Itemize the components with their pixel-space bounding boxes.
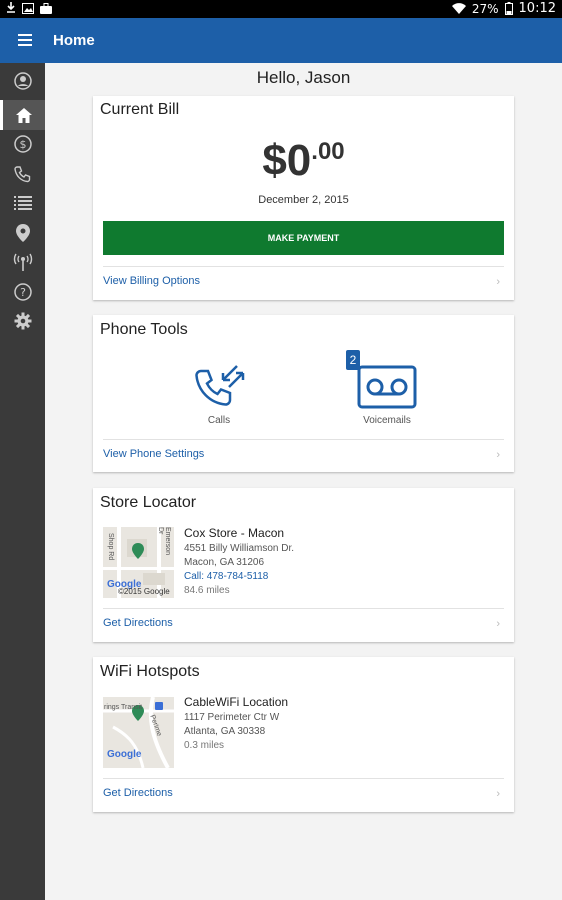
nav-wifi-hotspots[interactable]	[0, 247, 45, 277]
view-phone-settings-label: View Phone Settings	[103, 448, 205, 460]
chevron-right-icon: ›	[496, 449, 500, 461]
hotspot-address-line2: Atlanta, GA 30338	[184, 726, 266, 737]
briefcase-icon	[40, 2, 52, 14]
home-icon	[16, 107, 32, 123]
nav-settings[interactable]	[0, 306, 45, 336]
download-icon	[7, 2, 15, 13]
hotspot-address-line1: 1117 Perimeter Ctr W	[184, 712, 280, 723]
status-bar: 27% 10:12	[0, 0, 562, 18]
app-bar: Home	[0, 18, 562, 63]
get-directions-label: Get Directions	[103, 787, 173, 799]
battery-icon	[504, 2, 513, 15]
store-distance: 84.6 miles	[184, 585, 230, 596]
voicemail-icon	[357, 365, 417, 409]
store-address-line2: Macon, GA 31206	[184, 557, 265, 568]
bill-date: December 2, 2015	[258, 194, 349, 206]
bill-amount-cents: .00	[311, 138, 345, 165]
svg-text:$: $	[19, 138, 26, 151]
hotspot-name: CableWiFi Location	[184, 695, 289, 709]
store-info: Cox Store - Macon 4551 Billy Williamson …	[184, 526, 294, 598]
side-nav: $ ?	[0, 63, 45, 900]
current-bill-title: Current Bill	[100, 101, 180, 118]
calls-label: Calls	[207, 415, 231, 426]
store-locator-card: Store Locator Shop Rd Emerson Dr Google …	[93, 488, 514, 642]
chevron-right-icon: ›	[496, 618, 500, 630]
map-street-label: Emerson Dr	[157, 527, 171, 556]
image-icon	[22, 2, 34, 14]
help-icon: ?	[13, 283, 32, 301]
hotspot-get-directions-link[interactable]: Get Directions ›	[103, 778, 504, 810]
get-directions-label: Get Directions	[103, 617, 173, 629]
svg-text:?: ?	[20, 286, 26, 299]
nav-locations[interactable]	[0, 218, 45, 248]
bill-amount: $0.00	[93, 136, 514, 186]
google-logo: Google	[107, 749, 142, 760]
store-map-thumbnail[interactable]: Shop Rd Emerson Dr Google ©2015 Google	[103, 527, 174, 598]
hotspot-info: CableWiFi Location 1117 Perimeter Ctr W …	[184, 695, 288, 753]
wifi-hotspots-title: WiFi Hotspots	[100, 663, 200, 680]
nav-home[interactable]	[0, 100, 45, 130]
bill-amount-dollars: $0	[262, 136, 312, 185]
clock: 10:12	[518, 1, 556, 16]
view-billing-options-link[interactable]: View Billing Options ›	[103, 266, 504, 298]
nav-list[interactable]	[0, 188, 45, 218]
voicemails-label: Voicemails	[363, 415, 411, 426]
store-name: Cox Store - Macon	[184, 526, 285, 540]
current-bill-card: Current Bill $0.00 December 2, 2015 MAKE…	[93, 96, 514, 300]
location-pin-icon	[15, 224, 30, 242]
billing-dollar-icon: $	[13, 135, 32, 153]
voicemails-button[interactable]: Voicemails	[337, 355, 437, 431]
calls-icon	[195, 365, 245, 406]
store-get-directions-link[interactable]: Get Directions ›	[103, 608, 504, 640]
list-icon	[13, 196, 32, 210]
view-phone-settings-link[interactable]: View Phone Settings ›	[103, 439, 504, 471]
view-billing-options-label: View Billing Options	[103, 275, 201, 287]
greeting: Hello, Jason	[256, 68, 351, 87]
wifi-hotspots-card: WiFi Hotspots rings Transit Perime Googl…	[93, 657, 514, 812]
map-street-label: Shop Rd	[107, 533, 114, 561]
page-title: Home	[53, 32, 95, 49]
make-payment-button[interactable]: MAKE PAYMENT	[103, 221, 504, 255]
wifi-icon	[451, 2, 466, 14]
settings-gear-icon	[14, 312, 31, 330]
chevron-right-icon: ›	[496, 788, 500, 800]
map-copyright: ©2015 Google	[118, 587, 170, 596]
hotspot-map-thumbnail[interactable]: rings Transit Perime Google	[103, 697, 174, 768]
nav-account[interactable]	[0, 66, 45, 96]
store-phone-link[interactable]: Call: 478-784-5118	[184, 570, 294, 584]
battery-percent: 27%	[471, 1, 499, 16]
nav-billing[interactable]: $	[0, 129, 45, 159]
account-icon	[13, 72, 32, 90]
wifi-hotspot-icon	[13, 253, 32, 271]
calls-button[interactable]: Calls	[169, 355, 269, 431]
store-locator-title: Store Locator	[100, 494, 197, 511]
nav-phone[interactable]	[0, 159, 45, 189]
phone-icon	[13, 166, 30, 183]
map-street-label: rings Transit	[104, 704, 143, 711]
phone-tools-title: Phone Tools	[100, 321, 188, 338]
hamburger-menu-icon[interactable]	[18, 32, 38, 48]
hotspot-distance: 0.3 miles	[184, 740, 225, 751]
chevron-right-icon: ›	[496, 276, 500, 288]
store-address-line1: 4551 Billy Williamson Dr.	[184, 543, 295, 554]
nav-help[interactable]: ?	[0, 277, 45, 307]
phone-tools-card: Phone Tools Calls 2 Voicemails View Phon…	[93, 315, 514, 472]
